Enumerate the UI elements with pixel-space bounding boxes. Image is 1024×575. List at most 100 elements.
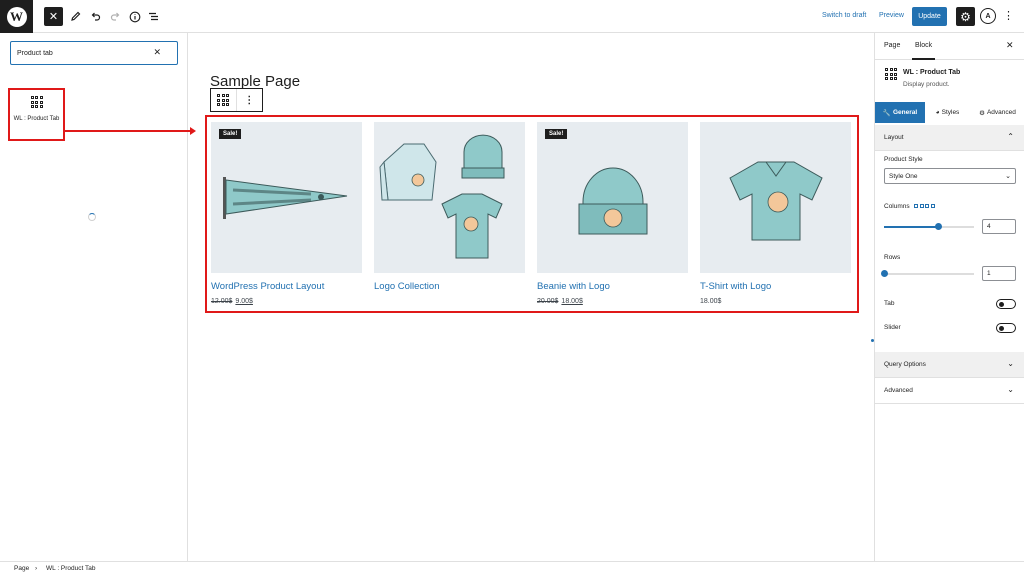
undo-button[interactable] <box>86 7 105 26</box>
rows-label: Rows <box>884 254 901 261</box>
layout-panel-title: Layout <box>884 134 904 141</box>
rows-slider-thumb[interactable] <box>881 270 888 277</box>
astra-settings-button[interactable]: A <box>980 8 996 24</box>
columns-slider[interactable] <box>884 223 974 230</box>
switch-to-draft-link[interactable]: Switch to draft <box>822 12 866 19</box>
product-name[interactable]: Beanie with Logo <box>537 281 688 292</box>
slider-toggle-label: Slider <box>884 324 901 331</box>
update-button[interactable]: Update <box>912 7 947 26</box>
chevron-down-icon: ⌄ <box>1007 385 1014 394</box>
product-card[interactable]: Logo Collection <box>374 122 525 292</box>
logo-collection-illustration <box>379 134 505 259</box>
block-result-label: WL : Product Tab <box>13 116 60 122</box>
list-view-button[interactable] <box>144 7 163 26</box>
tab-toggle[interactable] <box>996 299 1016 309</box>
tab-styles[interactable]: ◕ Styles <box>925 102 970 123</box>
block-inserter-panel: ✕ WL : Product Tab <box>0 33 188 561</box>
preview-link[interactable]: Preview <box>879 12 904 19</box>
layout-panel-toggle[interactable]: Layout ⌃ <box>875 125 1024 151</box>
advanced-panel-toggle[interactable]: Advanced ⌄ <box>875 378 1024 404</box>
inspector-tabs: 🔧 General ◕ Styles ⚙ Advanced <box>875 102 1024 123</box>
block-card-title: WL : Product Tab <box>903 69 961 76</box>
tools-button[interactable] <box>66 7 85 26</box>
product-image[interactable] <box>700 122 851 273</box>
tab-general[interactable]: 🔧 General <box>875 102 925 123</box>
product-price: 20.00$ 18.00$ <box>537 298 688 305</box>
product-style-label: Product Style <box>884 156 923 163</box>
clear-search-button[interactable]: ✕ <box>153 47 161 58</box>
tab-advanced-label: Advanced <box>986 109 1016 116</box>
sale-price: 18.00$ <box>561 298 583 305</box>
tab-styles-label: Styles <box>941 109 960 116</box>
palette-icon: ◕ <box>935 109 940 116</box>
beanie-illustration <box>578 167 648 235</box>
product-name[interactable]: T-Shirt with Logo <box>700 281 851 292</box>
close-inserter-button[interactable]: ✕ <box>44 7 63 26</box>
device-icons[interactable] <box>914 204 935 209</box>
slider-toggle[interactable] <box>996 323 1016 333</box>
product-card[interactable]: Sale! WordPress Product Layout 12.00$ 9.0… <box>211 122 362 305</box>
slider-toggle-knob <box>999 325 1004 331</box>
product-name[interactable]: WordPress Product Layout <box>211 281 362 292</box>
block-card-description: Display product. <box>903 81 950 88</box>
wordpress-logo-button[interactable]: W <box>0 0 33 33</box>
product-name[interactable]: Logo Collection <box>374 281 525 292</box>
tab-block[interactable]: Block <box>911 42 936 60</box>
columns-slider-thumb[interactable] <box>935 223 942 230</box>
columns-label-text: Columns <box>884 203 910 210</box>
product-image[interactable] <box>374 122 525 273</box>
sale-price: 9.00$ <box>235 298 253 305</box>
gear-icon: ⚙ <box>960 9 971 24</box>
product-image[interactable]: Sale! <box>211 122 362 273</box>
undo-icon <box>91 12 101 21</box>
options-menu-button[interactable]: ⋮ <box>1003 9 1014 22</box>
more-vertical-icon: ⋮ <box>244 94 255 106</box>
block-options-button[interactable]: ⋮ <box>237 89 262 111</box>
breadcrumb-product-tab[interactable]: WL : Product Tab <box>46 565 96 572</box>
settings-sidebar: Page Block ✕ WL : Product Tab Display pr… <box>874 33 1024 561</box>
sidebar-tabs: Page Block ✕ <box>875 33 1024 60</box>
chevron-down-icon: ⌄ <box>1005 173 1011 180</box>
product-grid-icon <box>885 68 897 80</box>
tshirt-illustration <box>729 161 823 241</box>
columns-slider-fill <box>884 226 938 228</box>
desktop-icon <box>914 204 919 209</box>
chevron-up-icon: ⌃ <box>1007 132 1014 141</box>
rows-number-input[interactable]: 1 <box>982 266 1016 281</box>
breadcrumb-page[interactable]: Page <box>14 565 29 572</box>
regular-price: 12.00$ <box>211 298 233 305</box>
columns-label: Columns <box>884 203 935 210</box>
sale-badge: Sale! <box>219 129 242 139</box>
chevron-down-icon: ⌄ <box>1007 359 1014 368</box>
close-sidebar-button[interactable]: ✕ <box>1006 40 1014 51</box>
mobile-icon <box>930 204 935 209</box>
tab-advanced[interactable]: ⚙ Advanced <box>970 102 1024 123</box>
product-card[interactable]: T-Shirt with Logo 18.00$ <box>700 122 851 305</box>
close-icon: ✕ <box>48 11 59 23</box>
block-result-product-tab[interactable]: WL : Product Tab <box>8 88 65 141</box>
tab-page[interactable]: Page <box>884 42 900 49</box>
redo-button[interactable] <box>106 7 125 26</box>
pennant-illustration <box>223 177 348 219</box>
details-button[interactable] <box>125 7 144 26</box>
block-type-button[interactable] <box>211 89 237 111</box>
product-card[interactable]: Sale! Beanie with Logo 20.00$ 18.00$ <box>537 122 688 305</box>
loading-spinner <box>88 213 96 221</box>
product-style-select[interactable]: Style One ⌄ <box>884 168 1016 184</box>
tab-general-label: General <box>892 109 918 116</box>
query-options-panel-toggle[interactable]: Query Options ⌄ <box>875 352 1024 378</box>
query-options-title: Query Options <box>884 361 926 368</box>
block-search-input[interactable] <box>17 47 147 59</box>
product-grid-icon <box>30 96 43 108</box>
product-tab-block[interactable]: Sale! WordPress Product Layout 12.00$ 9.0… <box>205 115 859 313</box>
product-grid-icon <box>217 94 230 106</box>
product-image[interactable]: Sale! <box>537 122 688 273</box>
regular-price: 20.00$ <box>537 298 559 305</box>
block-breadcrumb: Page › WL : Product Tab <box>0 561 1024 575</box>
annotation-arrow-head <box>190 127 196 135</box>
rows-slider[interactable] <box>881 270 974 277</box>
product-price: 12.00$ 9.00$ <box>211 298 362 305</box>
tab-toggle-knob <box>999 301 1004 307</box>
columns-number-input[interactable]: 4 <box>982 219 1016 234</box>
settings-button[interactable]: ⚙ <box>956 7 975 26</box>
